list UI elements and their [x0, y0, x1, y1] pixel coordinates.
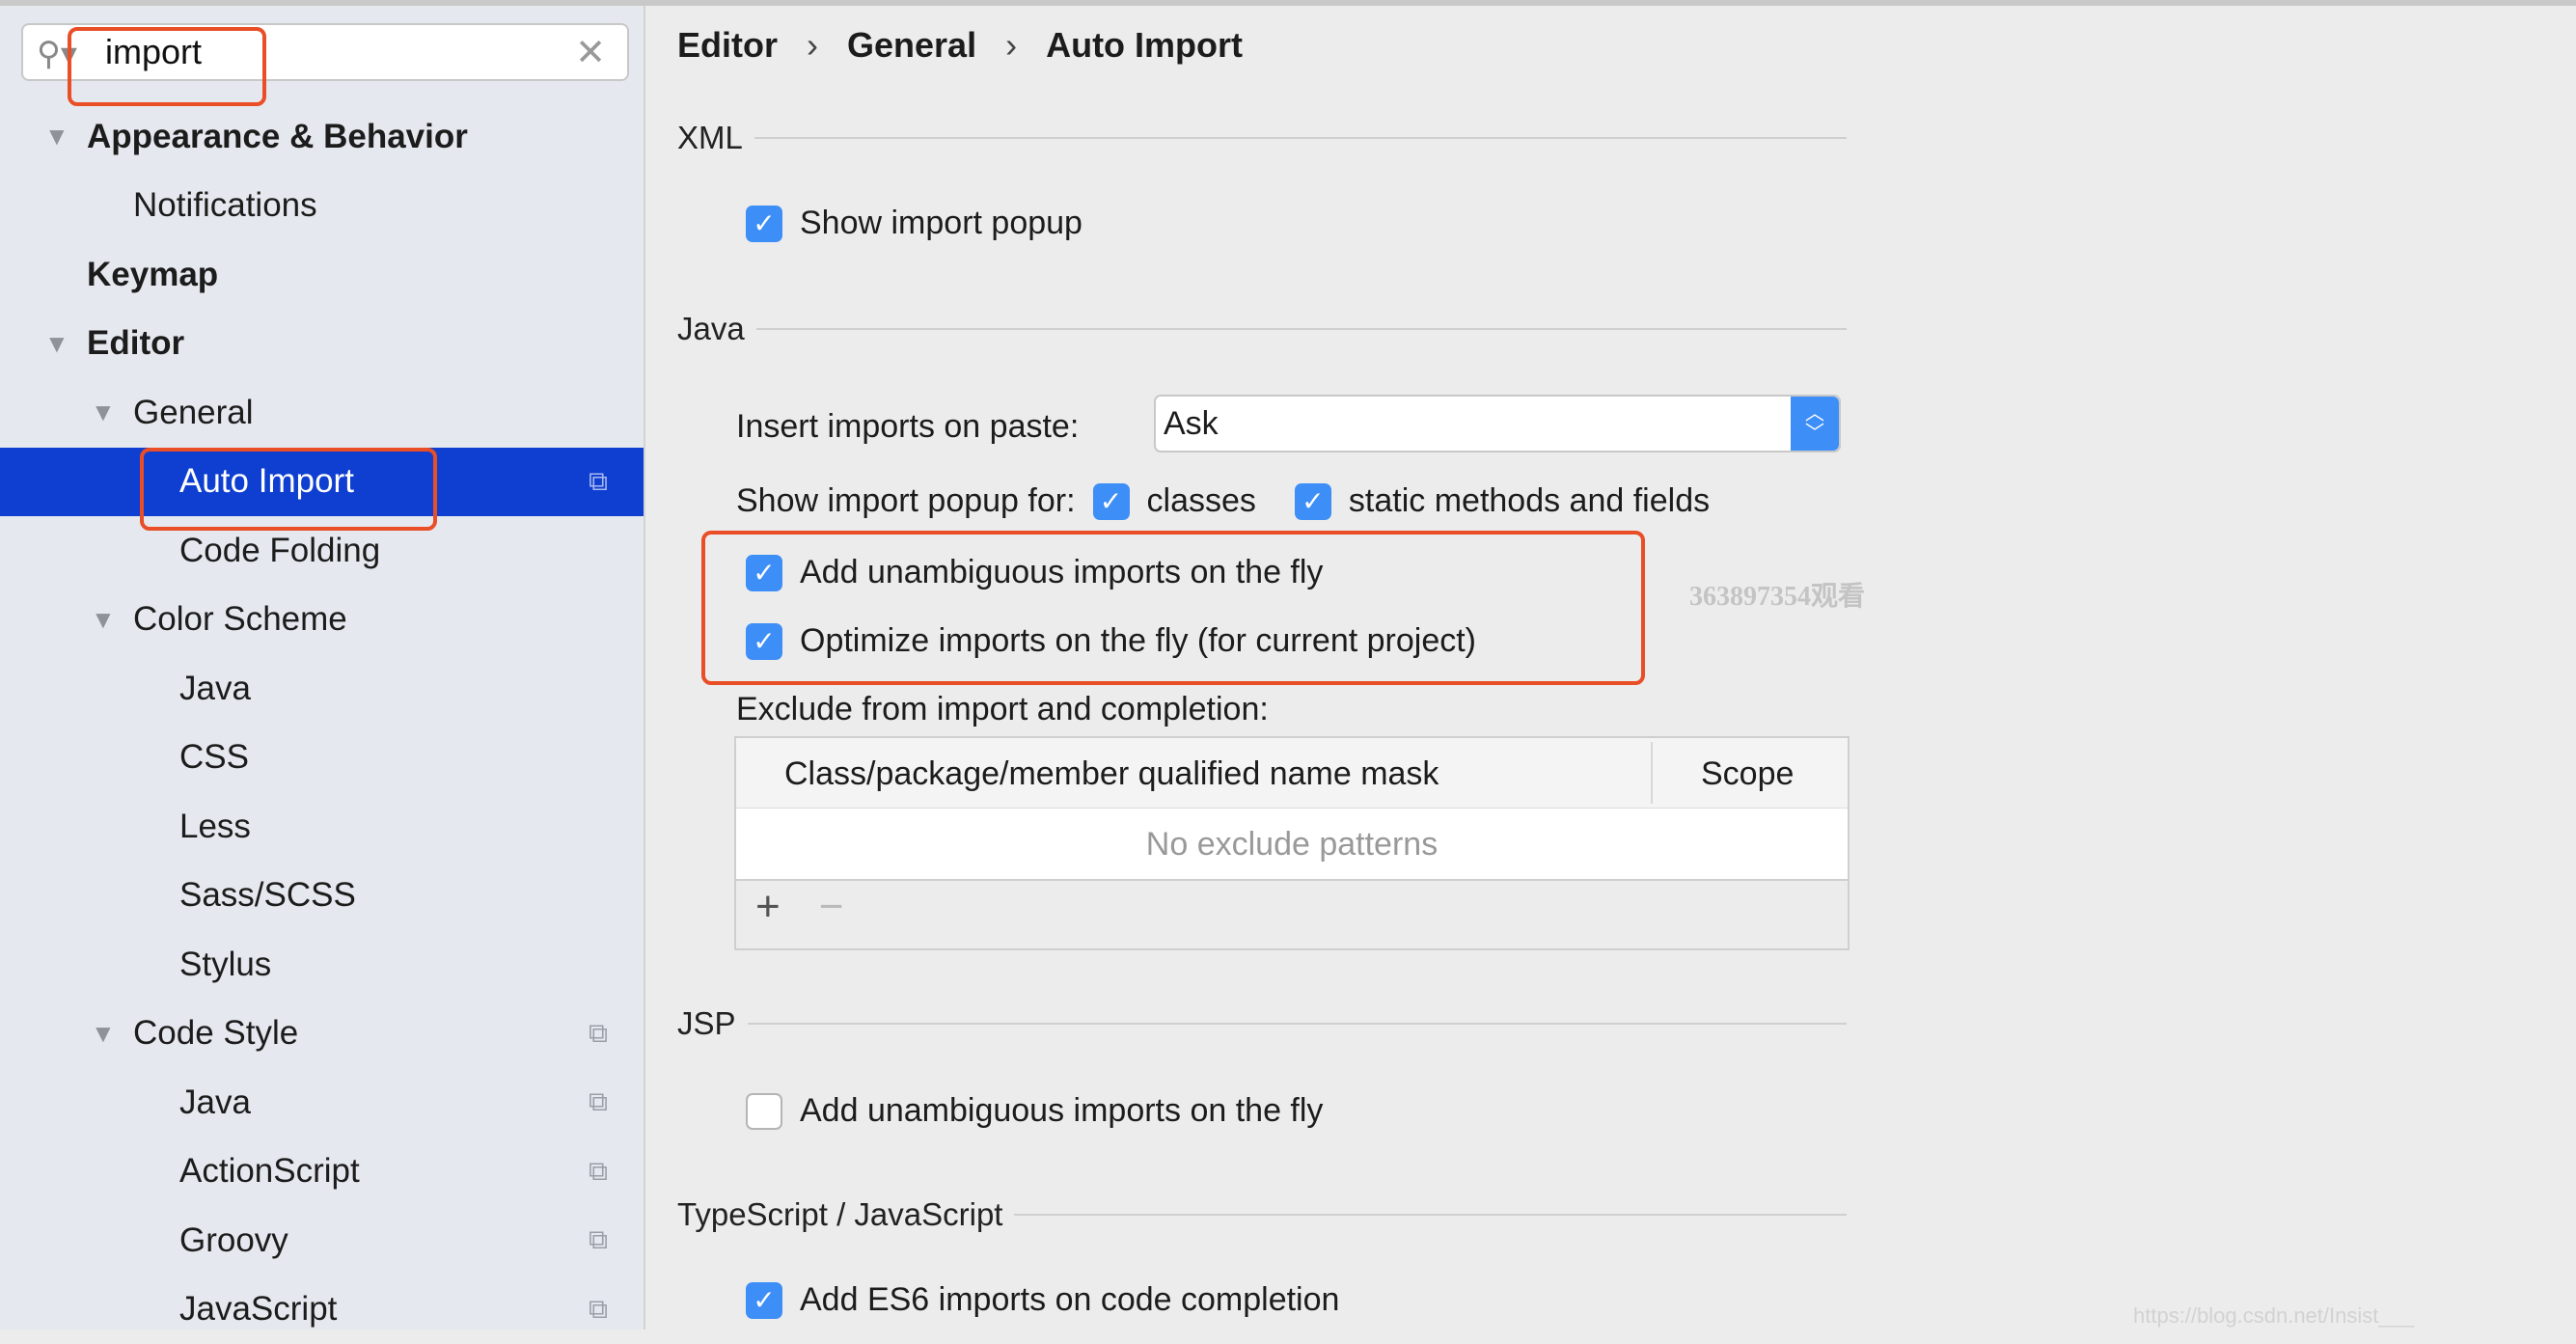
expand-triangle-icon[interactable]: ▼ [91, 605, 116, 635]
sidebar-item-label: ActionScript [179, 1152, 360, 1190]
expand-triangle-icon[interactable]: ▼ [91, 398, 116, 427]
expand-triangle-icon[interactable]: ▼ [44, 122, 69, 151]
divider [754, 137, 1847, 139]
sidebar-item[interactable]: Groovy ⧉ [0, 1206, 644, 1275]
breadcrumb: Editor › General › Auto Import [677, 25, 1243, 66]
option-label: Show import popup for: [736, 482, 1076, 519]
sidebar-item[interactable]: Notifications [0, 172, 644, 240]
sidebar-item[interactable]: JavaScript ⧉ [0, 1275, 644, 1344]
sidebar-item[interactable]: ▼ Color Scheme [0, 586, 644, 654]
annotation-highlight-options [701, 531, 1645, 685]
settings-content: Editor › General › Auto Import XML ✓ Show… [647, 6, 2576, 1330]
section-jsp: JSP [677, 1005, 1847, 1042]
insert-imports-select[interactable]: Ask ︿ ﹀ [1154, 395, 1841, 453]
section-title: JSP [677, 1005, 736, 1041]
project-scope-icon: ⧉ [589, 1017, 608, 1048]
remove-icon[interactable]: − [819, 883, 844, 931]
sidebar-item-label: Appearance & Behavior [87, 117, 468, 155]
viewer-watermark: 363897354观看 [1689, 582, 1866, 612]
sidebar-item-label: Code Style [133, 1014, 299, 1052]
divider [755, 328, 1847, 330]
project-scope-icon: ⧉ [589, 1224, 608, 1254]
divider [747, 1023, 1847, 1025]
breadcrumb-item[interactable]: General [847, 25, 976, 66]
breadcrumb-item[interactable]: Editor [677, 25, 778, 66]
sidebar-item-label: Java [179, 669, 251, 707]
chevron-right-icon: › [807, 25, 818, 65]
section-title: XML [677, 120, 743, 155]
settings-sidebar: ⚲▾ ✕ ▼Appearance & BehaviorNotifications… [0, 6, 645, 1330]
sidebar-item[interactable]: Keymap [0, 240, 644, 309]
select-value: Ask [1164, 404, 1219, 442]
sidebar-item-label: Color Scheme [133, 600, 347, 638]
expand-triangle-icon[interactable]: ▼ [91, 1019, 116, 1049]
checkbox-checked[interactable]: ✓ [746, 1281, 782, 1319]
sidebar-item[interactable]: CSS [0, 724, 644, 792]
section-title: Java [677, 311, 745, 346]
sidebar-item-label: CSS [179, 738, 249, 776]
section-xml: XML [677, 120, 1847, 156]
add-icon[interactable]: + [755, 883, 781, 931]
sidebar-item-label: Less [179, 807, 251, 845]
show-popup-for-row: Show import popup for: ✓ classes ✓ static … [736, 482, 1710, 520]
jsp-unambiguous-option[interactable]: Add unambiguous imports on the fly [746, 1092, 1323, 1130]
sidebar-item-label: Editor [87, 324, 185, 362]
insert-imports-label: Insert imports on paste: [736, 408, 1080, 445]
checkbox-checked[interactable]: ✓ [746, 205, 782, 242]
sidebar-item[interactable]: Stylus [0, 930, 644, 999]
section-title: TypeScript / JavaScript [677, 1196, 1003, 1232]
annotation-highlight-search [68, 27, 266, 106]
column-header[interactable]: Class/package/member qualified name mask [784, 755, 1439, 793]
column-divider[interactable] [1651, 742, 1653, 804]
xml-show-popup-option[interactable]: ✓ Show import popup [746, 205, 1082, 242]
option-label: static methods and fields [1348, 482, 1711, 519]
project-scope-icon: ⧉ [589, 1086, 608, 1116]
section-java: Java [677, 311, 1847, 347]
ts-es6-option[interactable]: ✓ Add ES6 imports on code completion [746, 1281, 1339, 1319]
project-scope-icon: ⧉ [589, 1155, 608, 1186]
sidebar-item[interactable]: Sass/SCSS [0, 862, 644, 930]
sidebar-item-label: Java [179, 1083, 251, 1121]
breadcrumb-item: Auto Import [1046, 25, 1244, 65]
section-typescript: TypeScript / JavaScript [677, 1196, 1847, 1233]
column-header[interactable]: Scope [1701, 755, 1794, 793]
sidebar-item[interactable]: ▼ Code Style ⧉ [0, 1000, 644, 1068]
table-toolbar: + − [755, 883, 843, 931]
chevron-right-icon: › [1005, 25, 1018, 65]
sidebar-item[interactable]: ▼ Editor [0, 310, 644, 378]
table-header: Class/package/member qualified name mask… [736, 738, 1848, 809]
divider [1014, 1214, 1847, 1216]
sidebar-item[interactable]: ▼ Appearance & Behavior [0, 102, 644, 171]
project-scope-icon: ⧉ [589, 465, 608, 496]
sidebar-item-label: Sass/SCSS [179, 876, 356, 914]
sidebar-item[interactable]: ▼ General [0, 378, 644, 447]
option-label: Add unambiguous imports on the fly [800, 1092, 1324, 1129]
sidebar-item-label: Groovy [179, 1221, 288, 1259]
expand-triangle-icon[interactable]: ▼ [44, 329, 69, 359]
option-label: classes [1146, 482, 1256, 519]
checkbox-static[interactable]: ✓ [1294, 482, 1331, 520]
option-label: Add ES6 imports on code completion [800, 1281, 1340, 1318]
checkbox-classes[interactable]: ✓ [1092, 482, 1130, 520]
exclude-label: Exclude from import and completion: [736, 691, 1269, 727]
sidebar-item-label: Code Folding [179, 531, 381, 569]
close-icon[interactable]: ✕ [575, 31, 606, 74]
sidebar-item[interactable]: Less [0, 792, 644, 861]
sidebar-item[interactable]: Java [0, 654, 644, 723]
sidebar-item[interactable]: ActionScript ⧉ [0, 1138, 644, 1206]
sidebar-item-label: Keymap [87, 255, 219, 293]
annotation-highlight-auto-import [140, 448, 437, 531]
url-watermark: https://blog.csdn.net/Insist___ [2133, 1303, 2415, 1328]
sidebar-item-label: Notifications [133, 186, 317, 224]
project-scope-icon: ⧉ [589, 1293, 608, 1324]
sidebar-item[interactable]: Java ⧉ [0, 1068, 644, 1137]
exclude-table: Class/package/member qualified name mask… [734, 736, 1850, 950]
chevron-updown-icon: ︿ ﹀ [1791, 397, 1839, 451]
empty-table-text: No exclude patterns [736, 809, 1848, 881]
sidebar-item-label: JavaScript [179, 1290, 338, 1328]
option-label: Show import popup [800, 205, 1082, 241]
checkbox-unchecked[interactable] [746, 1092, 782, 1130]
sidebar-item-label: Stylus [179, 945, 272, 983]
sidebar-item-label: General [133, 393, 254, 431]
